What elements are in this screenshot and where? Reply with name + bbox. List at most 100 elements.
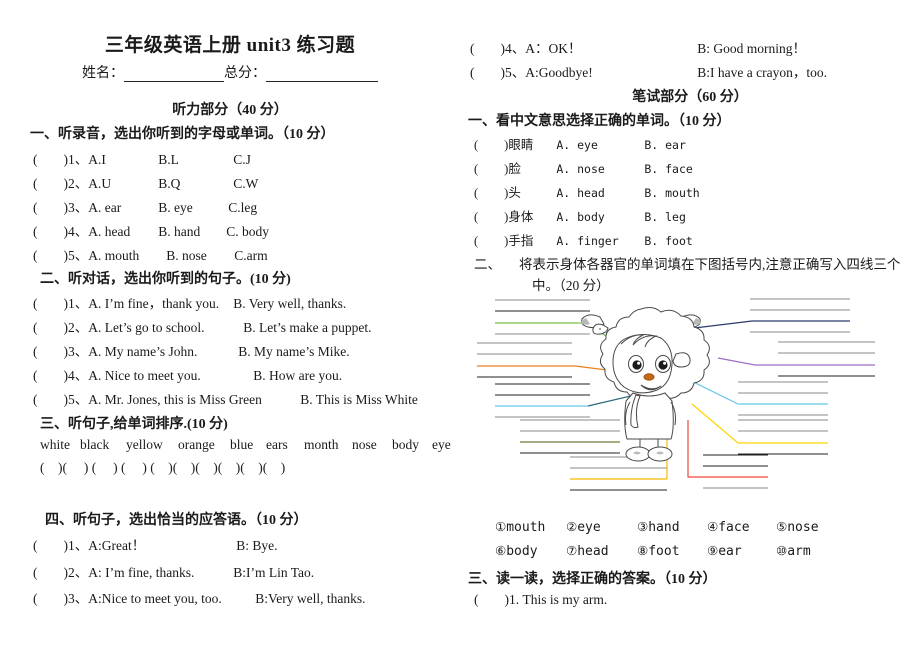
item-number: 2、 [68, 565, 89, 580]
score-label: 总分： [224, 66, 266, 81]
option-c[interactable]: C. body [226, 224, 269, 240]
list-number: ⑦ [566, 543, 578, 558]
option-a[interactable]: A. I’m fine，thank you. [88, 292, 233, 312]
written-part-title: 笔试部分（60 分） [632, 90, 748, 105]
answer-bracket[interactable]: () [33, 224, 68, 239]
option-a[interactable]: A. My name’s John. [88, 344, 238, 360]
name-blank[interactable] [124, 81, 224, 82]
answer-bracket[interactable]: () [474, 186, 508, 200]
option-a[interactable]: A:Great！ [88, 534, 236, 554]
option-b[interactable]: B. eye [158, 200, 228, 216]
answer-bracket[interactable]: () [470, 41, 505, 56]
option-b[interactable]: B. leg [644, 210, 686, 224]
answer-bracket[interactable]: () [33, 344, 68, 359]
answer-bracket[interactable]: () [474, 162, 508, 176]
answer-bracket[interactable]: () [33, 565, 68, 580]
option-a[interactable]: A. body [556, 210, 644, 224]
item-number: 5、 [68, 248, 89, 263]
item-number: 1. [509, 592, 520, 607]
score-blank[interactable] [266, 81, 378, 82]
option-b[interactable]: B: Bye. [236, 538, 277, 554]
order-bracket[interactable]: ( ) [195, 460, 218, 475]
option-b[interactable]: B. mouth [644, 186, 699, 200]
option-a[interactable]: A. finger [556, 234, 644, 248]
order-bracket[interactable]: ( ) [218, 460, 241, 475]
word-bank-item: body [392, 437, 419, 452]
word-bank-item: ears [266, 437, 288, 452]
answer-bracket[interactable]: () [33, 296, 68, 311]
option-a[interactable]: A. ear [88, 200, 158, 216]
option-b[interactable]: B. foot [644, 234, 692, 248]
answer-bracket[interactable]: () [33, 248, 68, 263]
page-title: 三年级英语上册 unit3 练习题 [104, 35, 356, 56]
order-bracket[interactable]: ( ) [63, 460, 89, 475]
answer-bracket[interactable]: () [33, 538, 68, 553]
answer-bracket[interactable]: () [33, 368, 68, 383]
answer-bracket[interactable]: () [470, 65, 505, 80]
answer-bracket[interactable]: () [33, 591, 68, 606]
option-c[interactable]: C.J [233, 152, 251, 168]
option-c[interactable]: C.arm [234, 248, 267, 264]
list-number: ⑧ [637, 543, 649, 558]
option-b[interactable]: B. hand [158, 224, 226, 240]
answer-bracket[interactable]: () [474, 210, 508, 224]
option-b[interactable]: B: Good morning！ [697, 37, 806, 57]
option-b[interactable]: B:I have a crayon，too. [697, 61, 827, 81]
option-a[interactable]: A. head [88, 224, 158, 240]
order-bracket[interactable]: ( ) [40, 460, 63, 475]
option-c[interactable]: C.leg [228, 200, 257, 216]
option-a[interactable]: A. head [556, 186, 644, 200]
order-bracket[interactable]: ( ) [121, 460, 147, 475]
option-a[interactable]: A:Nice to meet you, too. [88, 591, 255, 607]
list-word: ear [718, 544, 742, 559]
option-b[interactable]: B. Let’s make a puppet. [243, 320, 371, 336]
option-b[interactable]: B:Very well, thanks. [255, 591, 365, 607]
order-bracket-row: ( )( ) ( ) ( ) ( )( )( )( )( )( ) [40, 460, 285, 476]
answer-bracket[interactable]: () [474, 592, 509, 607]
option-c[interactable]: C.W [233, 176, 258, 192]
order-bracket[interactable]: ( ) [150, 460, 173, 475]
answer-bracket[interactable]: () [474, 138, 508, 152]
option-b[interactable]: B.L [158, 152, 233, 168]
option-b[interactable]: B. This is Miss White [300, 392, 418, 408]
question-row: ()1、A.I B.L C.J [33, 148, 251, 168]
list-number: ⑨ [707, 543, 719, 558]
option-b[interactable]: B. My name’s Mike. [238, 344, 349, 360]
option-a[interactable]: A. Mr. Jones, this is Miss Green [88, 392, 300, 408]
answer-bracket[interactable]: () [474, 234, 508, 248]
answer-bracket[interactable]: () [33, 152, 68, 167]
item-number: 3、 [68, 344, 89, 359]
written-section-2-heading: 二、 将表示身体各器官的单词填在下图括号内,注意正确写入四线三个 [474, 255, 914, 275]
option-b[interactable]: B. nose [166, 248, 234, 264]
answer-bracket[interactable]: () [33, 176, 68, 191]
question-row: ()眼睛 A. eye B. ear [474, 134, 686, 153]
option-a[interactable]: A：OK！ [525, 37, 697, 57]
question-row: ()身体 A. body B. leg [474, 206, 686, 225]
option-a[interactable]: A.I [88, 152, 158, 168]
option-a[interactable]: A. eye [556, 138, 644, 152]
question-row: ()5、A. Mr. Jones, this is Miss Green B. T… [33, 388, 418, 408]
item-number: 3、 [68, 200, 89, 215]
option-b[interactable]: B:I’m Lin Tao. [233, 565, 314, 581]
answer-bracket[interactable]: () [33, 200, 68, 215]
option-b[interactable]: B. Very well, thanks. [233, 296, 346, 312]
option-b[interactable]: B. face [644, 162, 692, 176]
answer-bracket[interactable]: () [33, 320, 68, 335]
option-a[interactable]: A.U [88, 176, 158, 192]
order-bracket[interactable]: ( ) [263, 460, 286, 475]
option-a[interactable]: A:Goodbye! [525, 65, 697, 81]
option-a[interactable]: A. nose [556, 162, 644, 176]
answer-bracket[interactable]: () [33, 392, 68, 407]
option-a[interactable]: A. mouth [88, 248, 166, 264]
option-a[interactable]: A. Let’s go to school. [88, 320, 243, 336]
option-b[interactable]: B.Q [158, 176, 233, 192]
chinese-prompt: 手指 [508, 234, 534, 248]
option-b[interactable]: B. How are you. [253, 368, 342, 384]
order-bracket[interactable]: ( ) [173, 460, 196, 475]
option-a[interactable]: A: I’m fine, thanks. [88, 565, 233, 581]
order-bracket[interactable]: ( ) [92, 460, 118, 475]
option-b[interactable]: B. ear [644, 138, 686, 152]
option-a[interactable]: A. Nice to meet you. [88, 368, 253, 384]
question-row: ()1. This is my arm. [474, 592, 607, 608]
order-bracket[interactable]: ( ) [240, 460, 263, 475]
